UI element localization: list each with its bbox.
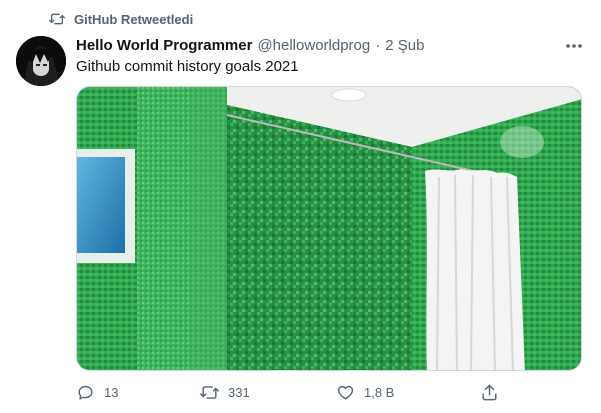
retweet-context[interactable]: GitHub Retweetledi [49,10,193,28]
reply-count: 13 [104,384,119,400]
retweet-count: 331 [228,384,250,400]
tweet-media[interactable] [76,86,582,371]
retweet-label: GitHub Retweetledi [74,11,194,27]
retweet-button[interactable]: 331 [200,379,250,405]
retweet-icon [49,13,65,25]
tweet-text: Github commit history goals 2021 [76,58,299,75]
media-image [77,87,581,370]
like-button[interactable]: 1,8 B [336,379,394,405]
more-options-button[interactable] [560,36,588,56]
retweet-action-icon [200,385,219,399]
avatar-image [16,36,66,86]
more-icon [566,44,582,48]
author-name[interactable]: Hello World Programmer [76,37,252,54]
tweet-date[interactable]: 2 Şub [385,37,424,54]
avatar[interactable] [16,36,66,86]
tweet-actions: 13 331 1,8 B [70,379,500,405]
tweet-header: Hello World Programmer @helloworldprog ·… [76,37,424,54]
reply-button[interactable]: 13 [76,379,118,405]
share-icon [482,384,497,400]
author-handle[interactable]: @helloworldprog [257,37,370,54]
meta-separator: · [375,37,381,54]
heart-icon [337,385,354,400]
reply-icon [78,385,93,400]
like-count: 1,8 B [364,384,395,400]
share-button[interactable] [480,379,499,405]
